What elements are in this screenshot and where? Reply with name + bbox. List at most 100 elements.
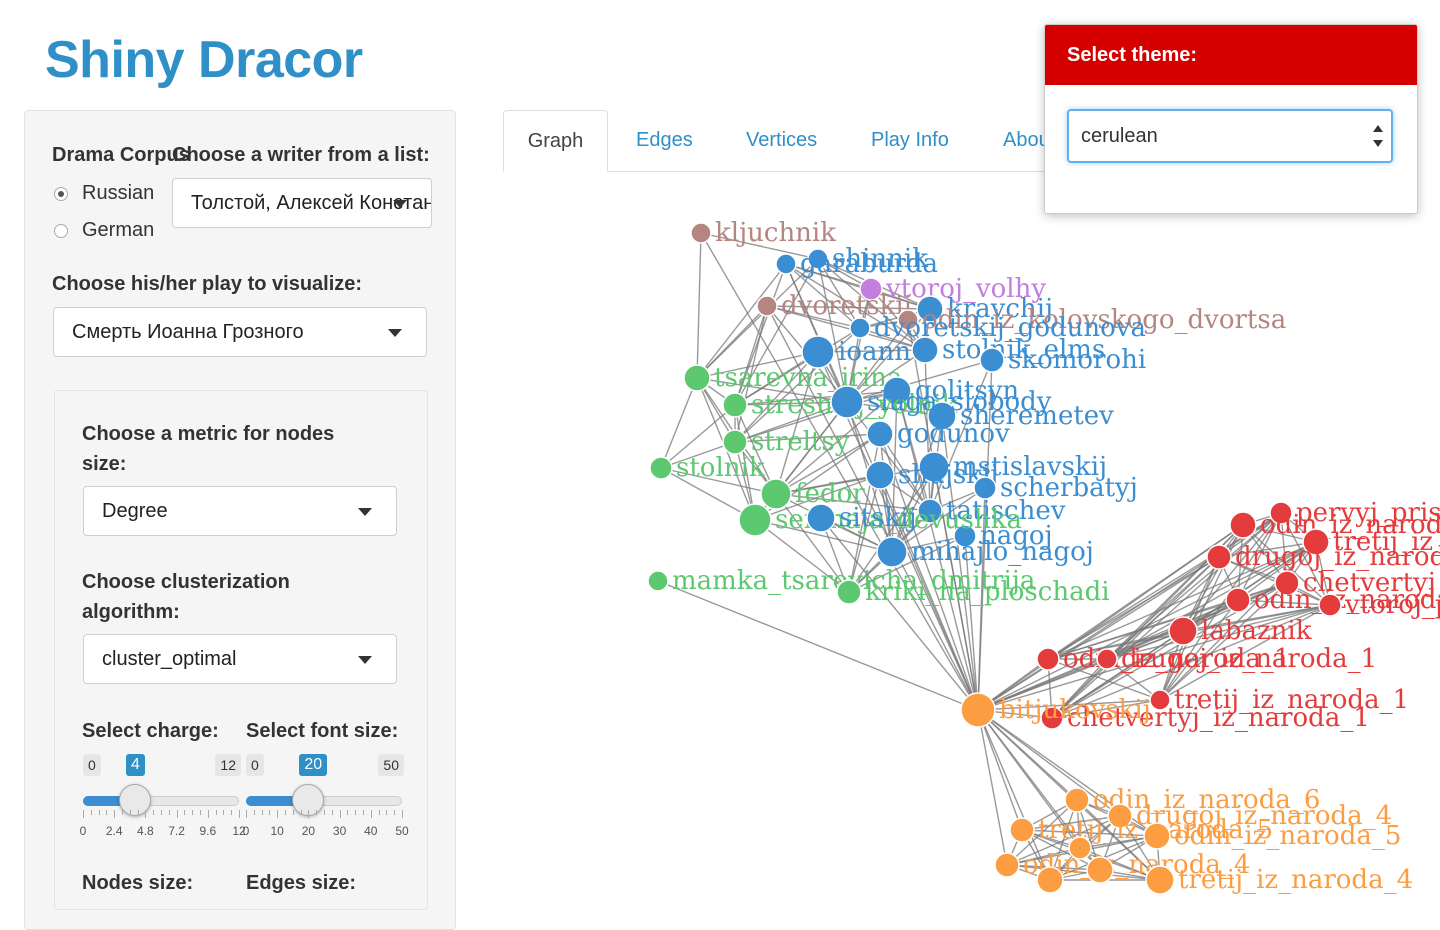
play-select-value: Смерть Иоанна Грозного — [72, 320, 304, 343]
slider-tick — [83, 810, 84, 818]
slider-tick — [324, 810, 325, 815]
chevron-down-icon — [393, 200, 407, 208]
graph-node[interactable] — [979, 347, 1005, 373]
graph-node[interactable] — [1064, 787, 1090, 813]
writer-label: Choose a writer from a list: — [172, 144, 430, 166]
graph-node[interactable] — [849, 317, 871, 339]
slider-tick — [316, 810, 318, 815]
graph-node[interactable] — [911, 336, 939, 364]
graph-node[interactable] — [960, 692, 996, 728]
slider-tick — [200, 810, 201, 815]
graph-node[interactable] — [1168, 616, 1198, 646]
slider-tick-label: 2.4 — [105, 824, 123, 838]
graph-edge — [696, 232, 702, 379]
graph-node-label: bitjukovskij — [999, 695, 1151, 725]
writer-select[interactable]: Толстой, Алексей Константинович — [172, 178, 432, 228]
tab-edges[interactable]: Edges — [636, 110, 693, 170]
slider-tick — [347, 810, 349, 815]
graph-node[interactable] — [836, 579, 862, 605]
radio-russian-label: Russian — [82, 182, 155, 204]
graph-node[interactable] — [1086, 856, 1114, 884]
slider-tick-label: 50 — [395, 824, 409, 838]
slider-tick — [394, 810, 396, 815]
graph-node[interactable] — [722, 392, 748, 418]
slider-tick — [300, 810, 302, 815]
graph-node[interactable] — [830, 385, 864, 419]
graph-node[interactable] — [865, 460, 895, 490]
graph-node-label: kljuchnik — [715, 218, 836, 248]
font-size-label: Select font size: — [246, 720, 399, 742]
charge-value: 4 — [126, 754, 145, 776]
font-size-min: 0 — [246, 754, 264, 776]
graph-node[interactable] — [1229, 511, 1257, 539]
cluster-label: Choose clusterization algorithm: — [82, 571, 290, 623]
graph-node[interactable] — [738, 503, 772, 537]
graph-node[interactable] — [756, 295, 778, 317]
slider-tick — [355, 810, 357, 815]
graph-node[interactable] — [647, 570, 669, 592]
edges-size-label: Edges size: — [246, 872, 357, 894]
graph-node[interactable] — [1036, 866, 1064, 894]
graph-node[interactable] — [1068, 836, 1092, 860]
slider-tick-label: 30 — [332, 824, 347, 838]
slider-tick-label: 20 — [301, 824, 316, 838]
theme-select[interactable]: cerulean — [1067, 109, 1393, 163]
slider-tick — [215, 810, 217, 815]
theme-select-value: cerulean — [1081, 124, 1158, 147]
chevron-down-icon — [358, 508, 372, 516]
slider-tick — [122, 810, 123, 815]
slider-tick — [402, 810, 403, 818]
graph-node-label: godunov — [897, 419, 1010, 449]
slider-tick — [231, 810, 233, 815]
corpus-option-german[interactable]: German — [54, 219, 154, 242]
charge-min: 0 — [83, 754, 101, 776]
slider-tick — [331, 810, 333, 815]
cluster-select[interactable]: cluster_optimal — [83, 634, 397, 684]
graph-node[interactable] — [649, 456, 673, 480]
graph-node[interactable] — [690, 222, 712, 244]
graph-node[interactable] — [876, 536, 908, 568]
tab-graph[interactable]: Graph — [503, 110, 608, 172]
graph-node[interactable] — [994, 852, 1020, 878]
radio-german[interactable] — [54, 223, 68, 238]
charge-tick-labels: 0 2.4 4.8 7.2 9.6 12 — [80, 824, 246, 840]
font-size-tick-labels: 0 10 20 30 40 50 — [243, 824, 409, 840]
slider-tick-label: 9.6 — [199, 824, 217, 838]
graph-edge — [977, 709, 1023, 831]
graph-node[interactable] — [1143, 822, 1171, 850]
slider-tick — [192, 810, 194, 815]
graph-node[interactable] — [1145, 865, 1175, 895]
metric-select[interactable]: Degree — [83, 486, 397, 536]
slider-tick — [261, 810, 263, 815]
tab-vertices[interactable]: Vertices — [746, 110, 817, 170]
drama-corpus-label: Drama Corpus — [52, 144, 190, 166]
graph-node[interactable] — [1009, 817, 1035, 843]
graph-node[interactable] — [683, 364, 711, 392]
slider-tick — [239, 810, 240, 818]
network-graph[interactable]: kljuchnikshinnikgaraburdavtoroj_volhydvo… — [560, 180, 1440, 900]
tab-play-info[interactable]: Play Info — [871, 110, 949, 170]
graph-node[interactable] — [1206, 544, 1232, 570]
graph-node[interactable] — [866, 420, 894, 448]
slider-tick — [370, 810, 372, 818]
corpus-option-russian[interactable]: Russian — [54, 182, 154, 205]
main-tabs: Graph Edges Vertices Play Info About — [503, 110, 1063, 172]
charge-ticks — [83, 810, 240, 820]
slider-tick — [153, 810, 155, 815]
slider-tick — [378, 810, 380, 815]
slider-tick — [339, 810, 341, 818]
play-select[interactable]: Смерть Иоанна Грозного — [53, 307, 427, 357]
graph-node[interactable] — [722, 429, 748, 455]
font-size-slider[interactable]: 0 50 20 0 10 20 30 40 50 — [243, 754, 409, 854]
charge-slider[interactable]: 0 12 4 0 2.4 4.8 7.2 9.6 12 — [80, 754, 246, 854]
slider-tick — [386, 810, 388, 815]
graph-node[interactable] — [775, 253, 797, 275]
graph-node[interactable] — [806, 503, 836, 533]
graph-node-label: skomorohi — [1008, 345, 1146, 375]
radio-russian[interactable] — [54, 186, 68, 201]
graph-node[interactable] — [1096, 648, 1118, 670]
graph-node[interactable] — [1318, 593, 1342, 617]
slider-tick — [223, 810, 225, 815]
graph-node[interactable] — [1225, 587, 1251, 613]
graph-node[interactable] — [1036, 647, 1060, 671]
